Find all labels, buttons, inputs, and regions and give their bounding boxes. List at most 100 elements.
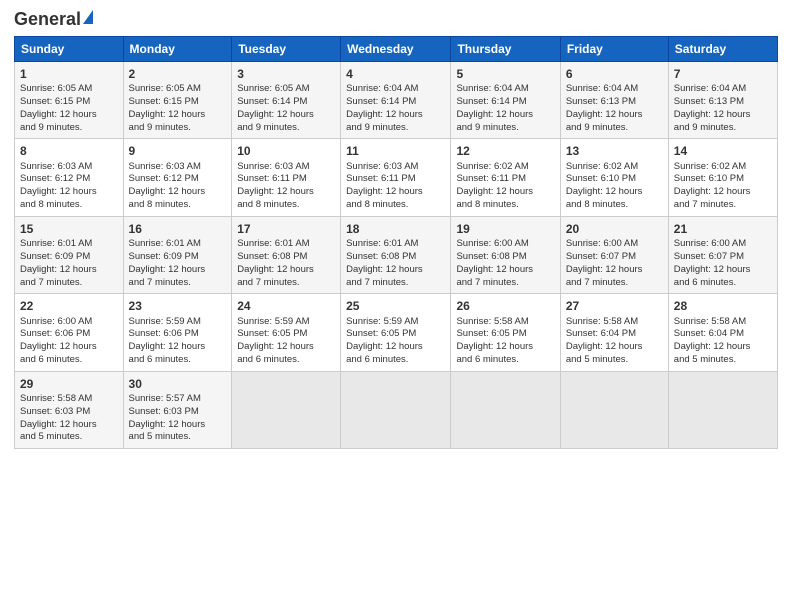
calendar-cell: 11Sunrise: 6:03 AMSunset: 6:11 PMDayligh… <box>341 139 451 216</box>
calendar-cell: 14Sunrise: 6:02 AMSunset: 6:10 PMDayligh… <box>668 139 777 216</box>
col-sunday: Sunday <box>15 37 124 62</box>
calendar-cell <box>560 371 668 448</box>
day-number: 20 <box>566 221 663 237</box>
day-info: Sunset: 6:14 PM <box>456 96 554 109</box>
day-number: 25 <box>346 298 445 314</box>
day-number: 16 <box>129 221 227 237</box>
day-info: Sunset: 6:14 PM <box>346 96 445 109</box>
page-container: General Sunday Monday Tuesday Wednesday … <box>0 0 792 459</box>
day-info: Sunrise: 6:03 AM <box>346 161 445 174</box>
day-info: Sunset: 6:07 PM <box>674 251 772 264</box>
day-info: Sunrise: 6:00 AM <box>566 238 663 251</box>
day-info: Sunrise: 6:05 AM <box>20 83 118 96</box>
day-number: 14 <box>674 143 772 159</box>
day-info: Daylight: 12 hours <box>237 341 335 354</box>
day-number: 4 <box>346 66 445 82</box>
day-number: 2 <box>129 66 227 82</box>
day-number: 7 <box>674 66 772 82</box>
calendar-cell: 30Sunrise: 5:57 AMSunset: 6:03 PMDayligh… <box>123 371 232 448</box>
week-row-0: 1Sunrise: 6:05 AMSunset: 6:15 PMDaylight… <box>15 62 778 139</box>
day-info: Daylight: 12 hours <box>674 109 772 122</box>
col-monday: Monday <box>123 37 232 62</box>
day-info: Sunset: 6:15 PM <box>129 96 227 109</box>
day-info: and 6 minutes. <box>346 354 445 367</box>
day-info: Sunrise: 5:59 AM <box>129 316 227 329</box>
day-info: Daylight: 12 hours <box>129 419 227 432</box>
calendar-cell: 5Sunrise: 6:04 AMSunset: 6:14 PMDaylight… <box>451 62 560 139</box>
day-info: and 8 minutes. <box>346 199 445 212</box>
col-saturday: Saturday <box>668 37 777 62</box>
day-info: Sunrise: 5:58 AM <box>566 316 663 329</box>
day-info: Sunrise: 5:57 AM <box>129 393 227 406</box>
day-number: 21 <box>674 221 772 237</box>
day-info: Sunrise: 5:58 AM <box>20 393 118 406</box>
day-info: Daylight: 12 hours <box>566 109 663 122</box>
day-info: Sunset: 6:13 PM <box>674 96 772 109</box>
day-info: Sunset: 6:14 PM <box>237 96 335 109</box>
day-number: 13 <box>566 143 663 159</box>
day-info: Sunrise: 6:02 AM <box>456 161 554 174</box>
day-info: Sunset: 6:15 PM <box>20 96 118 109</box>
day-info: Daylight: 12 hours <box>237 264 335 277</box>
day-info: Sunset: 6:11 PM <box>346 173 445 186</box>
day-info: Sunrise: 6:02 AM <box>674 161 772 174</box>
day-info: and 8 minutes. <box>129 199 227 212</box>
day-info: and 7 minutes. <box>20 277 118 290</box>
day-info: Daylight: 12 hours <box>456 341 554 354</box>
day-info: Daylight: 12 hours <box>346 186 445 199</box>
day-info: Sunset: 6:12 PM <box>20 173 118 186</box>
day-info: Daylight: 12 hours <box>346 109 445 122</box>
day-info: Sunset: 6:08 PM <box>346 251 445 264</box>
calendar-cell: 15Sunrise: 6:01 AMSunset: 6:09 PMDayligh… <box>15 216 124 293</box>
calendar-cell: 26Sunrise: 5:58 AMSunset: 6:05 PMDayligh… <box>451 294 560 371</box>
day-info: Daylight: 12 hours <box>456 264 554 277</box>
calendar-cell: 24Sunrise: 5:59 AMSunset: 6:05 PMDayligh… <box>232 294 341 371</box>
day-info: Sunset: 6:04 PM <box>566 328 663 341</box>
logo-text-general: General <box>14 10 81 28</box>
calendar-cell: 7Sunrise: 6:04 AMSunset: 6:13 PMDaylight… <box>668 62 777 139</box>
day-number: 19 <box>456 221 554 237</box>
day-info: Sunrise: 6:03 AM <box>237 161 335 174</box>
day-number: 15 <box>20 221 118 237</box>
day-info: and 5 minutes. <box>129 431 227 444</box>
day-info: Daylight: 12 hours <box>20 109 118 122</box>
week-row-1: 8Sunrise: 6:03 AMSunset: 6:12 PMDaylight… <box>15 139 778 216</box>
day-number: 3 <box>237 66 335 82</box>
day-number: 24 <box>237 298 335 314</box>
logo: General <box>14 10 93 28</box>
day-number: 22 <box>20 298 118 314</box>
day-info: and 9 minutes. <box>129 122 227 135</box>
day-info: Sunrise: 6:04 AM <box>674 83 772 96</box>
day-number: 28 <box>674 298 772 314</box>
calendar-cell <box>341 371 451 448</box>
day-info: and 6 minutes. <box>237 354 335 367</box>
day-info: Sunset: 6:07 PM <box>566 251 663 264</box>
calendar-cell: 3Sunrise: 6:05 AMSunset: 6:14 PMDaylight… <box>232 62 341 139</box>
day-info: and 8 minutes. <box>566 199 663 212</box>
week-row-3: 22Sunrise: 6:00 AMSunset: 6:06 PMDayligh… <box>15 294 778 371</box>
day-info: Sunset: 6:08 PM <box>456 251 554 264</box>
day-info: Daylight: 12 hours <box>456 186 554 199</box>
day-number: 18 <box>346 221 445 237</box>
calendar-cell: 8Sunrise: 6:03 AMSunset: 6:12 PMDaylight… <box>15 139 124 216</box>
day-info: and 9 minutes. <box>456 122 554 135</box>
day-info: Daylight: 12 hours <box>129 186 227 199</box>
calendar-cell: 10Sunrise: 6:03 AMSunset: 6:11 PMDayligh… <box>232 139 341 216</box>
day-info: Sunset: 6:05 PM <box>456 328 554 341</box>
day-info: Sunrise: 6:01 AM <box>346 238 445 251</box>
day-info: Sunrise: 5:58 AM <box>674 316 772 329</box>
day-number: 6 <box>566 66 663 82</box>
calendar-cell: 21Sunrise: 6:00 AMSunset: 6:07 PMDayligh… <box>668 216 777 293</box>
day-info: Sunrise: 6:03 AM <box>129 161 227 174</box>
calendar-cell <box>232 371 341 448</box>
day-info: Daylight: 12 hours <box>20 341 118 354</box>
day-info: and 7 minutes. <box>346 277 445 290</box>
day-info: Sunrise: 6:01 AM <box>20 238 118 251</box>
calendar-cell: 13Sunrise: 6:02 AMSunset: 6:10 PMDayligh… <box>560 139 668 216</box>
day-info: and 7 minutes. <box>129 277 227 290</box>
day-info: Daylight: 12 hours <box>237 186 335 199</box>
day-info: Daylight: 12 hours <box>129 341 227 354</box>
calendar-cell: 27Sunrise: 5:58 AMSunset: 6:04 PMDayligh… <box>560 294 668 371</box>
day-info: and 7 minutes. <box>456 277 554 290</box>
calendar-cell: 29Sunrise: 5:58 AMSunset: 6:03 PMDayligh… <box>15 371 124 448</box>
